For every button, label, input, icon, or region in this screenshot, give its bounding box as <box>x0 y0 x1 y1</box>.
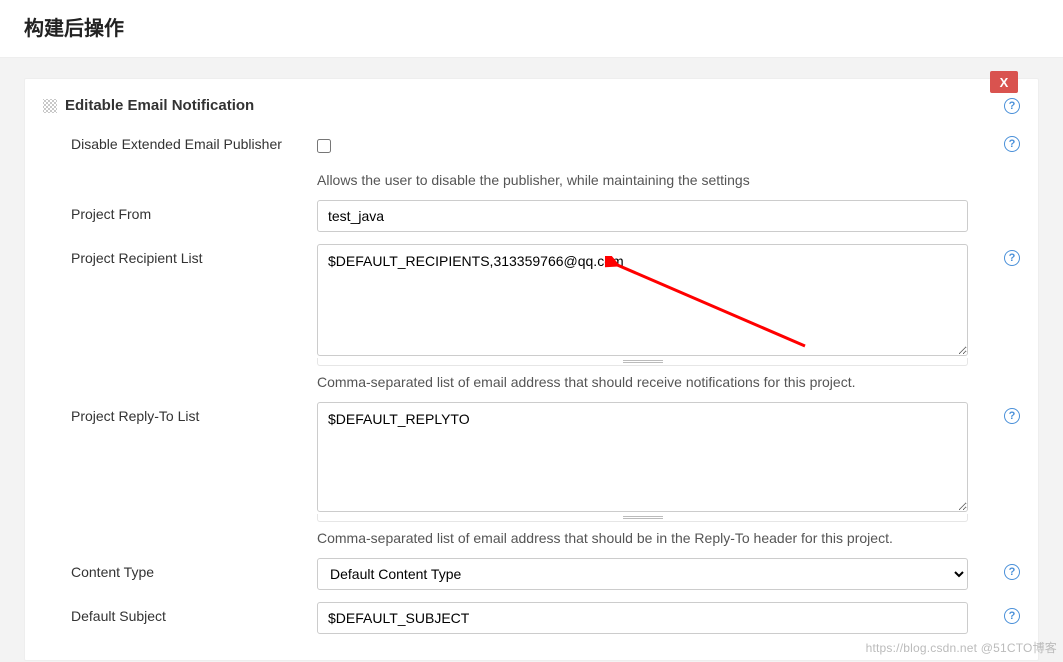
close-button[interactable]: X <box>990 71 1018 93</box>
label-recipient-list: Project Recipient List <box>71 244 317 266</box>
help-icon[interactable]: ? <box>1004 250 1020 266</box>
row-reply-to: Project Reply-To List Comma-separated li… <box>25 396 1038 552</box>
post-build-section: X Editable Email Notification ? Disable … <box>24 78 1039 661</box>
resize-handle[interactable] <box>317 358 968 366</box>
section-title: Editable Email Notification <box>65 97 254 114</box>
help-icon[interactable]: ? <box>1004 564 1020 580</box>
label-reply-to: Project Reply-To List <box>71 402 317 424</box>
help-icon[interactable]: ? <box>1004 98 1020 114</box>
row-recipient-list: Project Recipient List Comma-separated l… <box>25 238 1038 396</box>
row-disable-publisher-desc: Allows the user to disable the publisher… <box>25 162 1038 194</box>
help-icon[interactable]: ? <box>1004 136 1020 152</box>
desc-reply-to: Comma-separated list of email address th… <box>317 530 968 546</box>
input-project-from[interactable] <box>317 200 968 232</box>
desc-recipient-list: Comma-separated list of email address th… <box>317 374 968 390</box>
textarea-recipient-list[interactable] <box>317 244 968 356</box>
page-title: 构建后操作 <box>24 12 1039 41</box>
row-default-subject: Default Subject ? <box>25 596 1038 640</box>
help-icon[interactable]: ? <box>1004 608 1020 624</box>
row-content-type: Content Type Default Content Type ? <box>25 552 1038 596</box>
textarea-reply-to[interactable] <box>317 402 968 512</box>
section-header: Editable Email Notification ? <box>25 79 1038 124</box>
label-project-from: Project From <box>71 200 317 222</box>
resize-handle[interactable] <box>317 514 968 522</box>
help-icon[interactable]: ? <box>1004 408 1020 424</box>
label-default-subject: Default Subject <box>71 602 317 624</box>
select-content-type[interactable]: Default Content Type <box>317 558 968 590</box>
row-disable-publisher: Disable Extended Email Publisher ? <box>25 124 1038 162</box>
page-header: 构建后操作 <box>0 0 1063 58</box>
label-disable-publisher: Disable Extended Email Publisher <box>71 130 317 152</box>
checkbox-disable-publisher[interactable] <box>317 139 331 153</box>
drag-handle-icon[interactable] <box>43 99 57 113</box>
input-default-subject[interactable] <box>317 602 968 634</box>
row-project-from: Project From <box>25 194 1038 238</box>
label-content-type: Content Type <box>71 558 317 580</box>
desc-disable-publisher: Allows the user to disable the publisher… <box>317 172 968 188</box>
